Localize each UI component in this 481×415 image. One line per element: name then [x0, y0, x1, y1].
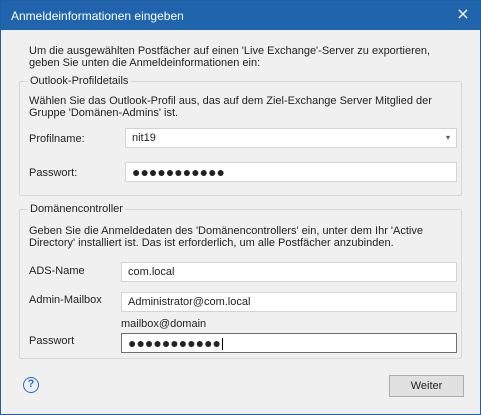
close-icon[interactable]: × [453, 4, 473, 24]
domain-group-legend: Domänencontroller [28, 203, 125, 215]
text-cursor [222, 338, 224, 351]
domain-description: Geben Sie die Anmeldedaten des 'Domänenc… [29, 225, 423, 249]
outlook-password-label: Passwort: [29, 167, 78, 179]
admin-mailbox-label: Admin-Mailbox [29, 294, 102, 306]
mailbox-format-hint: mailbox@domain [121, 318, 207, 330]
ads-name-field[interactable]: com.local [121, 262, 457, 282]
chevron-down-icon[interactable]: ▾ [446, 129, 450, 147]
credentials-dialog: Anmeldeinformationen eingeben × Um die a… [0, 0, 481, 415]
profile-name-value: nit19 [132, 132, 156, 144]
profile-name-label: Profilname: [29, 133, 85, 145]
dialog-title: Anmeldeinformationen eingeben [11, 9, 184, 23]
intro-text: Um die ausgewählten Postfächer auf einen… [29, 45, 431, 69]
admin-mailbox-field[interactable]: Administrator@com.local [121, 292, 457, 312]
outlook-password-field[interactable]: ●●●●●●●●●●● [125, 162, 457, 182]
help-icon[interactable]: ? [23, 377, 39, 393]
domain-password-field[interactable]: ●●●●●●●●●●● [121, 333, 457, 353]
next-button[interactable]: Weiter [389, 375, 464, 397]
ads-name-label: ADS-Name [29, 265, 85, 277]
domain-password-label: Passwort [29, 335, 75, 347]
outlook-profile-group: Outlook-Profildetails Wählen Sie das Out… [19, 75, 462, 196]
outlook-group-legend: Outlook-Profildetails [28, 75, 131, 87]
outlook-description: Wählen Sie das Outlook-Profil aus, das a… [29, 95, 432, 119]
domain-controller-group: Domänencontroller Geben Sie die Anmelded… [19, 203, 462, 359]
domain-password-value: ●●●●●●●●●●● [128, 335, 222, 351]
profile-name-dropdown[interactable]: nit19 ▾ [125, 128, 457, 148]
title-bar: Anmeldeinformationen eingeben × [1, 1, 480, 30]
